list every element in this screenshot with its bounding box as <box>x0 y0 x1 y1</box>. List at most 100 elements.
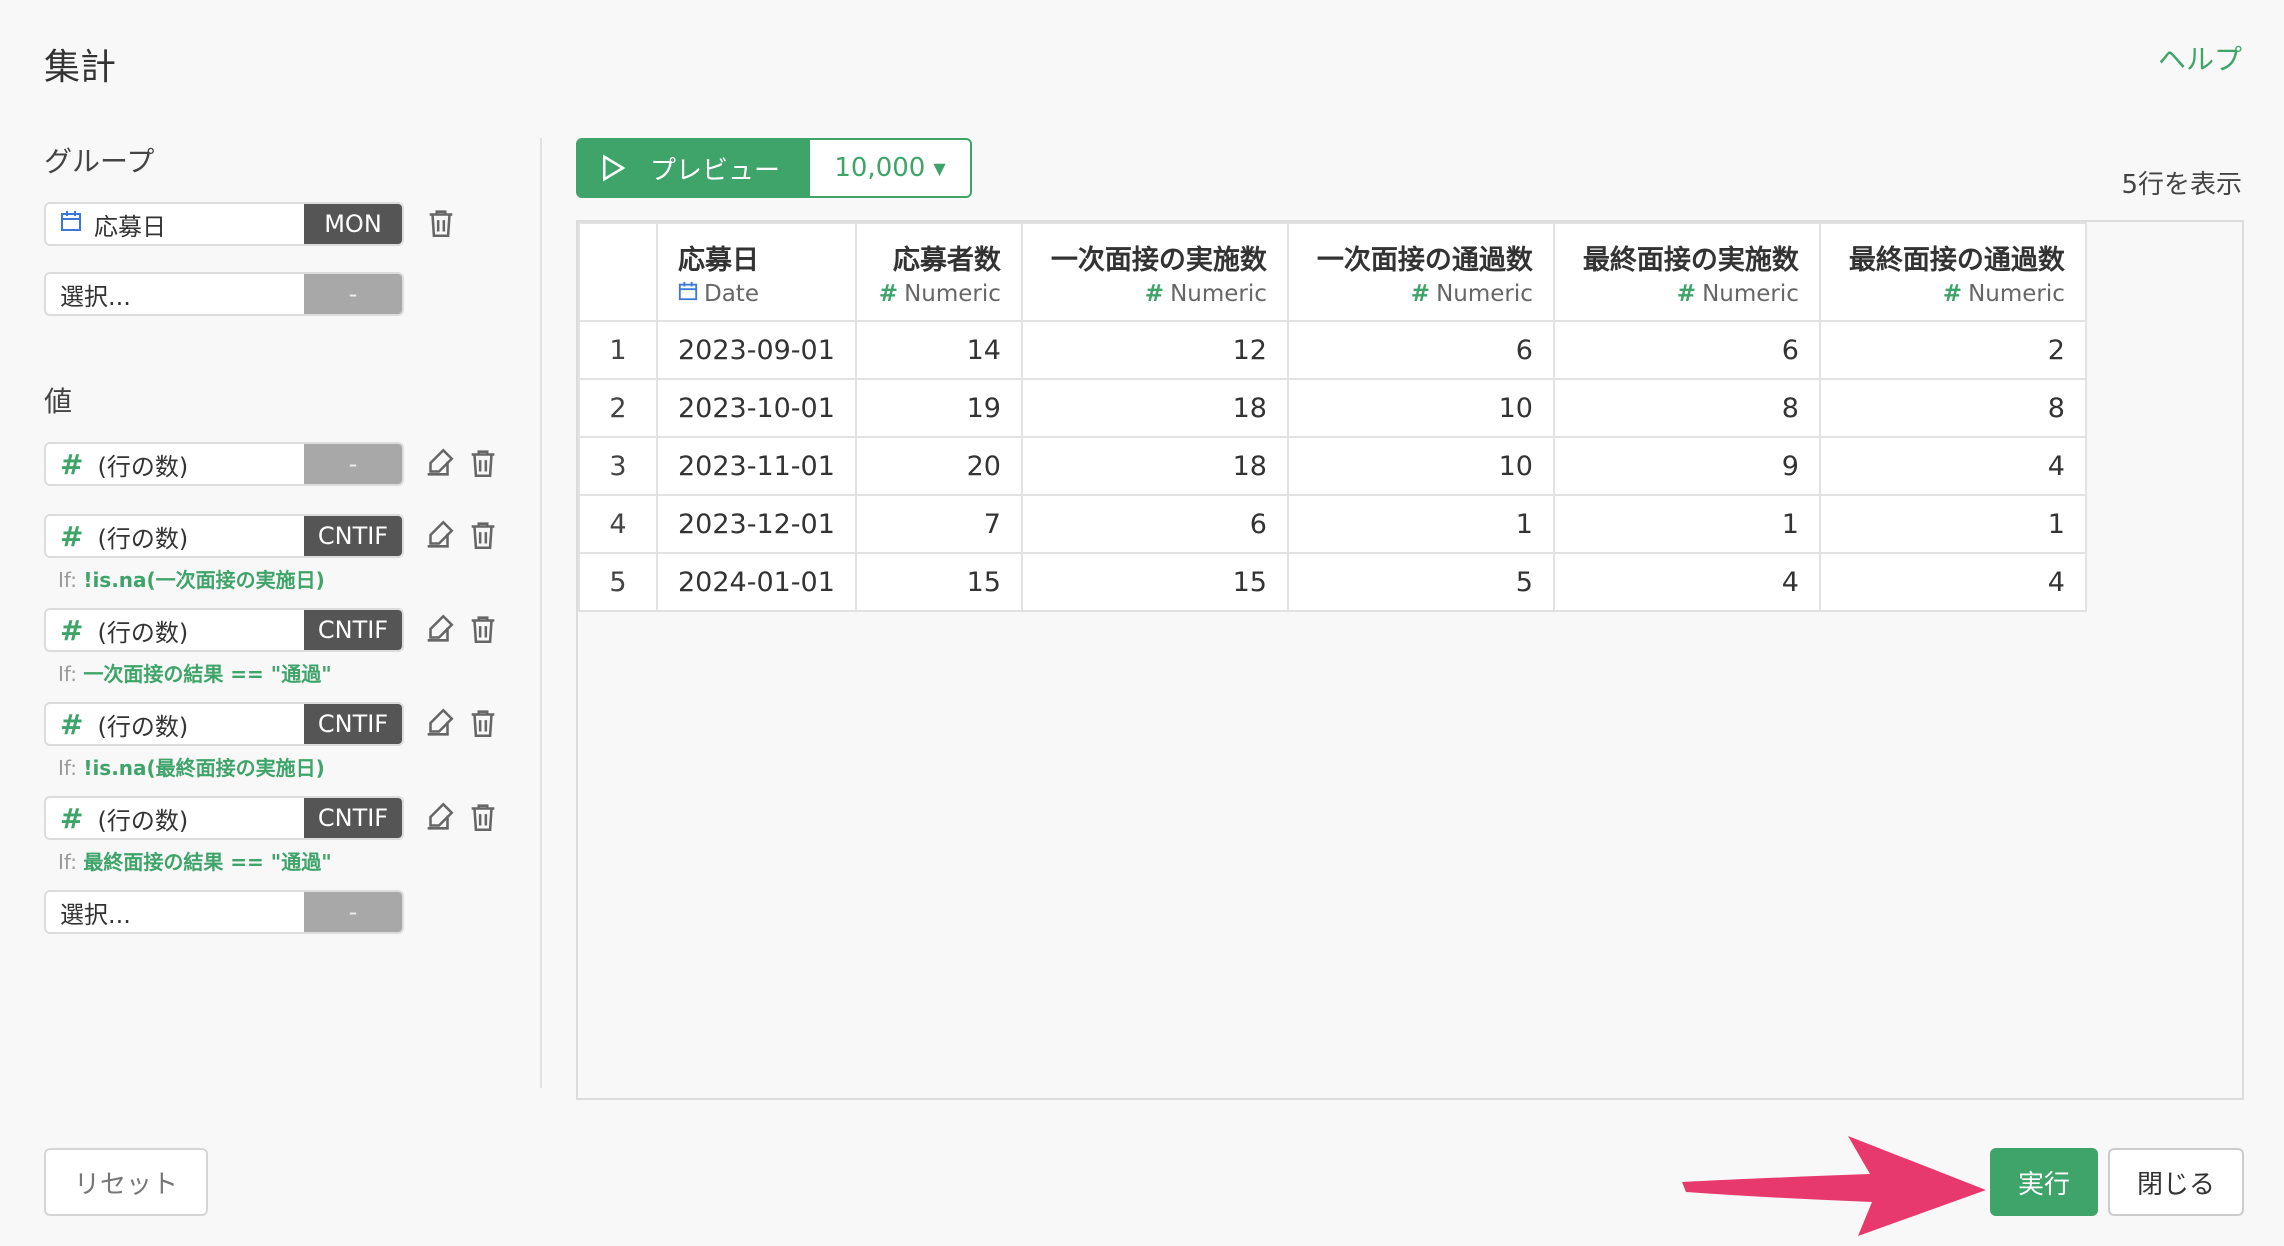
numeric-icon: # <box>1144 280 1165 307</box>
column-header[interactable]: 応募日 Date <box>656 222 857 322</box>
value-field-1[interactable]: # (行の数) - <box>44 442 404 486</box>
trash-icon[interactable] <box>466 800 500 834</box>
table-cell: 18 <box>1020 436 1289 496</box>
preview-label: プレビュー <box>650 155 781 186</box>
group-select-placeholder[interactable]: 選択... <box>46 274 304 314</box>
help-link[interactable]: ヘルプ <box>2158 38 2242 78</box>
value-func-button[interactable]: CNTIF <box>304 516 402 556</box>
preview-table: 応募日 Date 応募者数 # Numeric 一次面接の実施数 # Numeric… <box>578 222 2087 612</box>
table-cell: 9 <box>1552 436 1821 496</box>
condition-text: If: 一次面接の結果 == "通過" <box>58 658 332 687</box>
group-field-name[interactable]: 応募日 <box>46 204 304 244</box>
column-name: 一次面接の通過数 <box>1316 244 1533 276</box>
table-cell: 6 <box>1552 320 1821 380</box>
table-cell: 8 <box>1818 378 2087 438</box>
column-header[interactable]: 応募者数 # Numeric <box>854 222 1023 322</box>
column-type: # Numeric <box>1043 281 1267 307</box>
value-field-select[interactable]: 選択... - <box>44 890 404 934</box>
edit-icon[interactable] <box>422 612 456 646</box>
numeric-icon: # <box>60 707 84 741</box>
column-type-label: Numeric <box>904 280 1001 307</box>
value-field-name[interactable]: # (行の数) <box>46 444 304 484</box>
value-field-name[interactable]: # (行の数) <box>46 798 304 838</box>
edit-icon[interactable] <box>422 518 456 552</box>
value-func-button-empty[interactable]: - <box>304 892 402 932</box>
group-field-1[interactable]: 応募日 MON <box>44 202 404 246</box>
value-field-4[interactable]: # (行の数) CNTIF <box>44 702 404 746</box>
panel-divider <box>540 138 542 1088</box>
table-cell: 1 <box>1286 494 1555 554</box>
edit-icon[interactable] <box>422 706 456 740</box>
table-cell: 4 <box>1818 552 2087 612</box>
close-button[interactable]: 閉じる <box>2108 1148 2244 1216</box>
table-cell: 10 <box>1286 436 1555 496</box>
trash-icon[interactable] <box>466 446 500 480</box>
play-icon <box>603 154 626 182</box>
column-type-label: Numeric <box>1436 280 1533 307</box>
value-field-name[interactable]: # (行の数) <box>46 704 304 744</box>
condition-expression: 一次面接の結果 == "通過" <box>83 662 332 686</box>
trash-icon[interactable] <box>466 518 500 552</box>
row-count-text: 5行を表示 <box>2121 170 2242 200</box>
column-type-label: Numeric <box>1170 280 1267 307</box>
caret-down-icon: ▼ <box>933 158 946 178</box>
table-cell: 7 <box>854 494 1023 554</box>
dialog-title: 集計 <box>44 47 117 88</box>
edit-icon[interactable] <box>422 446 456 480</box>
edit-icon[interactable] <box>422 800 456 834</box>
table-cell: 6 <box>1286 320 1555 380</box>
preview-rows-value: 10,000 <box>834 153 926 183</box>
table-cell: 1 <box>1818 494 2087 554</box>
value-field-2[interactable]: # (行の数) CNTIF <box>44 514 404 558</box>
preview-controls: プレビュー 10,000 ▼ <box>576 138 972 198</box>
row-index: 2 <box>578 378 658 438</box>
column-name: 最終面接の通過数 <box>1848 244 2065 276</box>
preview-button[interactable]: プレビュー <box>576 138 810 198</box>
value-select-placeholder[interactable]: 選択... <box>46 892 304 932</box>
column-header[interactable]: 一次面接の実施数 # Numeric <box>1020 222 1289 322</box>
numeric-icon: # <box>60 519 84 553</box>
value-field-name[interactable]: # (行の数) <box>46 516 304 556</box>
condition-expression: 最終面接の結果 == "通過" <box>83 850 332 874</box>
group-func-button-empty[interactable]: - <box>304 274 402 314</box>
group-func-button[interactable]: MON <box>304 204 402 244</box>
table-cell: 4 <box>1552 552 1821 612</box>
value-func-button[interactable]: - <box>304 444 402 484</box>
table-cell: 12 <box>1020 320 1289 380</box>
calendar-icon <box>60 210 82 238</box>
value-func-button[interactable]: CNTIF <box>304 610 402 650</box>
group-section-label: グループ <box>44 145 155 178</box>
trash-icon[interactable] <box>466 612 500 646</box>
column-type: # Numeric <box>1575 281 1799 307</box>
condition-expression: !is.na(一次面接の実施日) <box>83 568 325 592</box>
trash-icon[interactable] <box>466 706 500 740</box>
trash-icon[interactable] <box>424 206 458 240</box>
reset-button[interactable]: リセット <box>44 1148 208 1216</box>
value-field-label: (行の数) <box>97 618 189 647</box>
value-field-5[interactable]: # (行の数) CNTIF <box>44 796 404 840</box>
table-cell: 14 <box>854 320 1023 380</box>
table-cell: 1 <box>1552 494 1821 554</box>
table-row: 2 2023-10-01 19 18 10 8 8 <box>578 378 2087 438</box>
condition-prefix: If: <box>58 756 77 780</box>
column-header[interactable]: 最終面接の実施数 # Numeric <box>1552 222 1821 322</box>
value-field-name[interactable]: # (行の数) <box>46 610 304 650</box>
numeric-icon: # <box>1410 280 1431 307</box>
value-func-button[interactable]: CNTIF <box>304 798 402 838</box>
column-name: 応募者数 <box>892 244 1001 276</box>
row-index: 5 <box>578 552 658 612</box>
preview-rows-select[interactable]: 10,000 ▼ <box>810 138 972 198</box>
run-button[interactable]: 実行 <box>1990 1148 2098 1216</box>
group-field-2[interactable]: 選択... - <box>44 272 404 316</box>
column-header[interactable]: 一次面接の通過数 # Numeric <box>1286 222 1555 322</box>
condition-expression: !is.na(最終面接の実施日) <box>83 756 325 780</box>
table-cell: 4 <box>1818 436 2087 496</box>
value-func-button[interactable]: CNTIF <box>304 704 402 744</box>
column-name: 応募日 <box>678 244 759 276</box>
condition-prefix: If: <box>58 850 77 874</box>
value-field-3[interactable]: # (行の数) CNTIF <box>44 608 404 652</box>
column-type: # Numeric <box>1841 281 2065 307</box>
column-header[interactable]: 最終面接の通過数 # Numeric <box>1818 222 2087 322</box>
column-type-label: Numeric <box>1968 280 2065 307</box>
table-cell: 10 <box>1286 378 1555 438</box>
